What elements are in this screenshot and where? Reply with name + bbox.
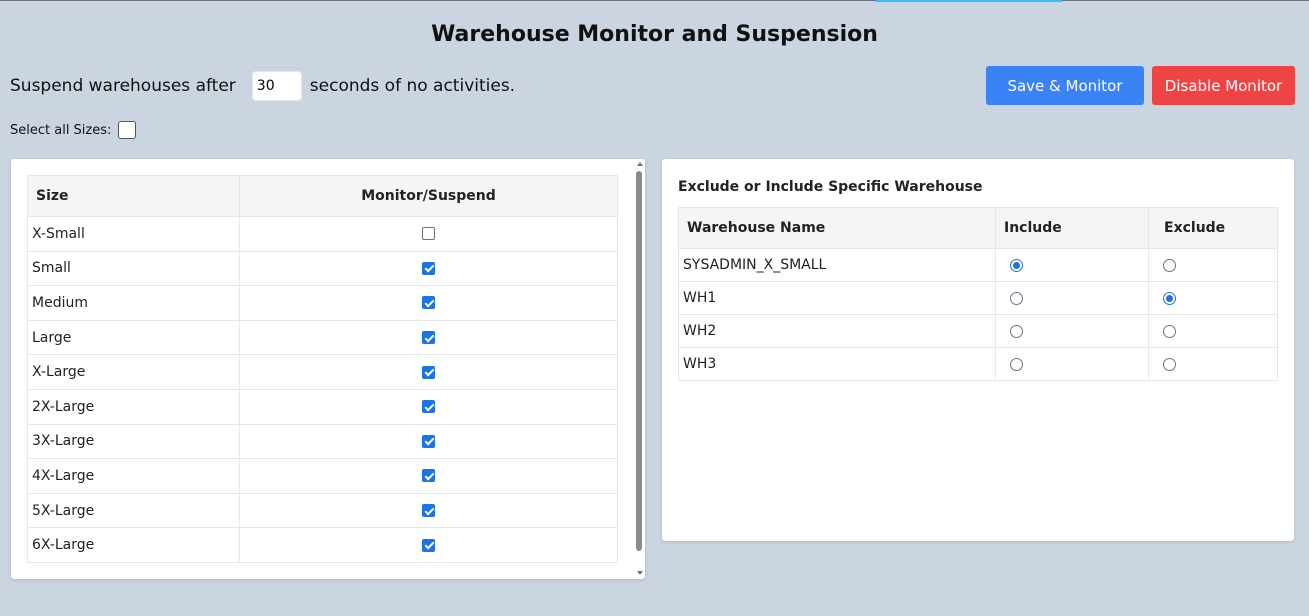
suspend-suffix-label: seconds of no activities. [309,76,516,96]
size-label: 6X-Large [27,527,240,563]
monitor-checkbox[interactable] [422,227,435,241]
top-border [0,0,1309,1]
warehouse-row: WH2 [678,314,1278,348]
size-label: 4X-Large [27,458,240,494]
include-radio[interactable] [1010,258,1023,272]
monitor-cell [239,388,618,425]
size-label: X-Small [27,216,240,252]
monitor-checkbox[interactable] [422,261,435,275]
warehouse-name-header: Warehouse Name [678,207,996,249]
size-label: Large [27,319,240,356]
exclude-cell [1148,248,1278,282]
size-row: Small [27,250,618,287]
monitor-checkbox[interactable] [422,504,435,518]
monitor-cell [239,250,618,287]
monitor-checkbox[interactable] [422,400,435,414]
top-accent-bar [876,0,1062,2]
sizes-scrollbar[interactable] [634,159,645,579]
exclude-cell [1148,314,1278,348]
include-cell [995,314,1149,348]
sizes-header-row: Size Monitor/Suspend [27,175,618,217]
suspend-setting: Suspend warehouses after seconds of no a… [10,68,515,104]
monitor-checkbox[interactable] [422,538,435,552]
monitor-cell [239,285,618,321]
monitor-checkbox[interactable] [422,331,435,345]
include-radio[interactable] [1010,357,1023,371]
save-monitor-button[interactable]: Save & Monitor [986,66,1144,105]
include-cell [995,281,1149,315]
exclude-radio[interactable] [1163,291,1176,305]
include-column-header: Include [995,207,1149,249]
monitor-checkbox[interactable] [422,296,435,310]
warehouse-name: WH1 [678,281,996,315]
monitor-cell [239,216,618,252]
warehouse-panel: Exclude or Include Specific Warehouse Wa… [662,159,1294,541]
size-row: 4X-Large [27,458,618,494]
select-all-checkbox[interactable] [118,121,137,139]
monitor-cell [239,527,618,563]
warehouse-name: WH2 [678,314,996,348]
size-row: X-Large [27,354,618,390]
warehouse-row: SYSADMIN_X_SMALL [678,248,1278,282]
warehouse-table: Warehouse Name Include Exclude SYSADMIN_… [678,207,1278,381]
exclude-radio[interactable] [1163,357,1176,371]
scroll-up-arrow-icon[interactable] [637,162,643,166]
exclude-cell [1148,281,1278,315]
size-label: Medium [27,285,240,321]
monitor-checkbox[interactable] [422,434,435,448]
size-label: 2X-Large [27,388,240,425]
warehouse-name: WH3 [678,347,996,381]
monitor-cell [239,458,618,494]
size-row: 6X-Large [27,527,618,563]
size-column-header: Size [27,175,240,217]
sizes-panel: Size Monitor/Suspend X-Small Small Medium L… [11,159,645,579]
select-all-label: Select all Sizes: [10,122,112,138]
select-all-sizes: Select all Sizes: [10,121,137,139]
monitor-checkbox[interactable] [422,469,435,483]
size-label: 3X-Large [27,423,240,460]
monitor-cell [239,319,618,356]
scrollbar-thumb[interactable] [636,171,642,551]
monitor-cell [239,492,618,529]
size-row: 2X-Large [27,388,618,425]
exclude-cell [1148,347,1278,381]
suspend-prefix-label: Suspend warehouses after [10,76,236,96]
monitor-cell [239,423,618,460]
size-label: Small [27,250,240,287]
page-title: Warehouse Monitor and Suspension [431,22,878,47]
monitor-column-header: Monitor/Suspend [239,175,618,217]
disable-monitor-button[interactable]: Disable Monitor [1152,66,1295,105]
size-label: 5X-Large [27,492,240,529]
size-label: X-Large [27,354,240,390]
size-row: Medium [27,285,618,321]
include-cell [995,347,1149,381]
suspend-seconds-input[interactable] [251,71,302,101]
warehouse-section-title: Exclude or Include Specific Warehouse [678,179,983,195]
size-row: Large [27,319,618,356]
sizes-table: Size Monitor/Suspend X-Small Small Medium L… [27,175,618,563]
size-row: 3X-Large [27,423,618,460]
scroll-down-arrow-icon[interactable] [637,571,643,575]
exclude-column-header: Exclude [1148,207,1278,249]
include-radio[interactable] [1010,324,1023,338]
include-cell [995,248,1149,282]
size-row: X-Small [27,216,618,252]
warehouse-row: WH1 [678,281,1278,315]
include-radio[interactable] [1010,291,1023,305]
monitor-cell [239,354,618,390]
warehouse-row: WH3 [678,347,1278,381]
exclude-radio[interactable] [1163,324,1176,338]
monitor-checkbox[interactable] [422,365,435,379]
exclude-radio[interactable] [1163,258,1176,272]
warehouse-name: SYSADMIN_X_SMALL [678,248,996,282]
size-row: 5X-Large [27,492,618,529]
warehouse-header-row: Warehouse Name Include Exclude [678,207,1278,249]
